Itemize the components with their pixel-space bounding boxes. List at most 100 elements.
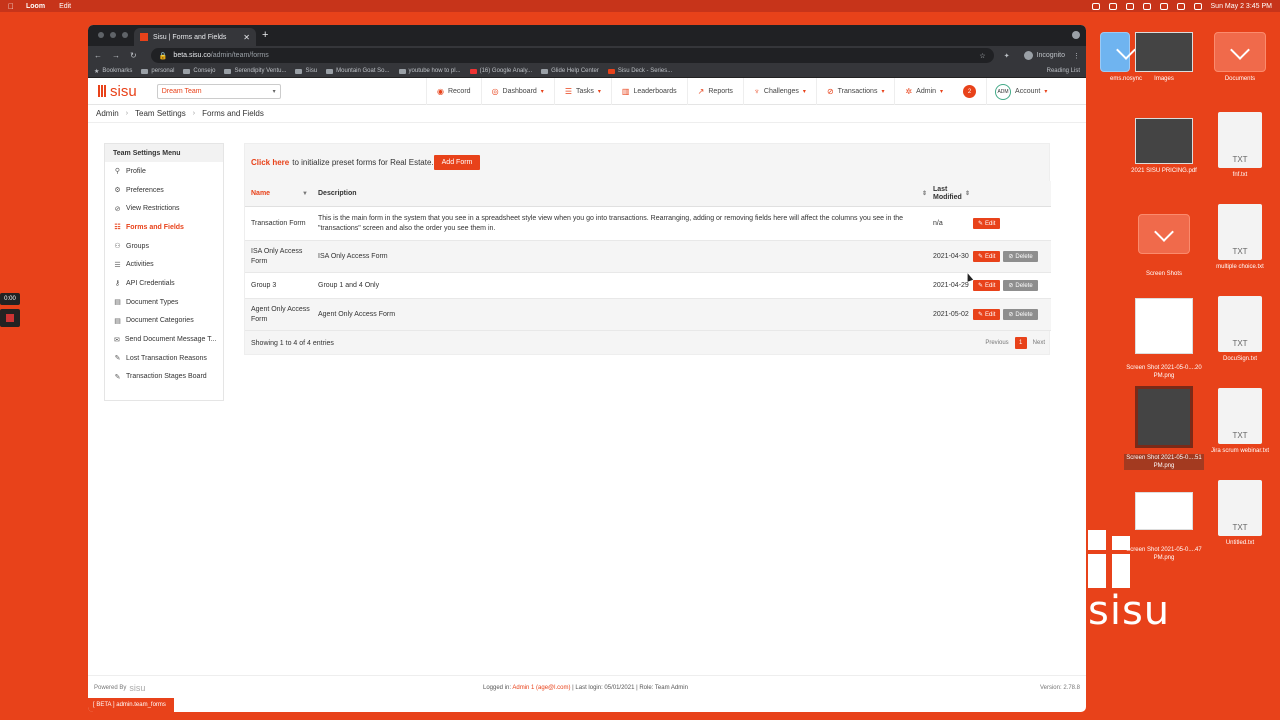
desktop-item[interactable]: Screen Shot 2021-05-0....20 PM.png xyxy=(1124,298,1204,380)
nav-label: Record xyxy=(447,88,471,95)
forward-icon[interactable]: → xyxy=(112,51,120,60)
window-menu-icon[interactable] xyxy=(1072,31,1080,39)
back-icon[interactable]: ← xyxy=(94,51,102,60)
clock[interactable]: Sun May 2 3:45 PM xyxy=(1211,3,1272,10)
menu-item-label: Activities xyxy=(126,261,154,269)
desktop-item[interactable]: TXT fnf.txt xyxy=(1200,112,1280,179)
extensions-icon[interactable]: ✦ xyxy=(1004,52,1010,60)
bookmark-item[interactable]: Consejo xyxy=(183,68,215,74)
browser-tab[interactable]: Sisu | Forms and Fields ✕ xyxy=(134,28,256,46)
bookmark-item[interactable]: Glide Help Center xyxy=(541,68,599,74)
desktop-item[interactable]: TXT Untitled.txt xyxy=(1200,480,1280,547)
caret-down-icon: ▾ xyxy=(881,89,885,95)
breadcrumb-admin[interactable]: Admin xyxy=(96,109,119,118)
nav-leaderboards[interactable]: ▥ Leaderboards xyxy=(610,78,687,105)
menu-item-profile[interactable]: ⚲ Profile xyxy=(105,162,223,181)
account-menu[interactable]: ADM Account ▾ xyxy=(986,78,1047,105)
window-controls[interactable] xyxy=(98,32,128,38)
folder-icon xyxy=(141,68,149,74)
loom-stop-button[interactable] xyxy=(0,309,20,327)
menu-item-api-credentials[interactable]: ⚷ API Credentials xyxy=(105,274,223,293)
delete-label: Delete xyxy=(1015,253,1033,260)
menu-edit[interactable]: Edit xyxy=(59,3,71,10)
logged-user[interactable]: Admin 1 (age@l.com) xyxy=(512,685,570,691)
battery-icon[interactable] xyxy=(1176,2,1185,10)
menu-item-document-categories[interactable]: ▤ Document Categories xyxy=(105,312,223,331)
edit-button[interactable]: ✎ Edit xyxy=(973,280,1001,291)
next-page-button[interactable]: Next xyxy=(1033,340,1045,346)
status-icon[interactable] xyxy=(1125,2,1134,10)
nav-tasks[interactable]: ☰ Tasks ▾ xyxy=(553,78,611,105)
desktop-item[interactable]: TXT DocuSign.txt xyxy=(1200,296,1280,363)
more-menu-icon[interactable]: ⋮ xyxy=(1073,52,1080,60)
page-1-button[interactable]: 1 xyxy=(1014,337,1027,349)
desktop-item[interactable]: TXT multiple choice.txt xyxy=(1200,204,1280,271)
desktop-item[interactable]: Documents xyxy=(1200,32,1280,83)
youtube-icon xyxy=(469,68,477,74)
prev-page-button[interactable]: Previous xyxy=(985,340,1008,346)
nav-challenges[interactable]: ♆ Challenges ▾ xyxy=(742,78,816,105)
bookmark-item[interactable]: ★ Bookmarks xyxy=(94,68,132,75)
new-tab-icon[interactable]: + xyxy=(262,29,268,41)
page-icon xyxy=(398,68,406,74)
bookmark-item[interactable]: Sisu xyxy=(295,68,317,74)
status-icon[interactable] xyxy=(1108,2,1117,10)
nav-record[interactable]: ◉ Record xyxy=(426,78,481,105)
bookmark-label: Consejo xyxy=(193,68,216,74)
status-icon[interactable] xyxy=(1142,2,1151,10)
desktop-item[interactable]: Screen Shots xyxy=(1124,214,1204,278)
col-description[interactable]: Description ⇕ xyxy=(312,189,927,199)
row-modified: n/a xyxy=(933,220,943,227)
url-input[interactable]: 🔒 beta.sisu.co /admin/team/forms ☆ xyxy=(150,48,994,63)
bookmark-item[interactable]: youtube how to pl... xyxy=(398,68,461,74)
bookmark-item[interactable]: Mountain Goat So... xyxy=(326,68,390,74)
col-last-modified[interactable]: Last Modified ⇕ xyxy=(927,186,973,202)
initialize-preset-link[interactable]: Click here xyxy=(251,158,289,167)
bookmark-item[interactable]: personal xyxy=(141,68,174,74)
sisu-logo[interactable]: sisu xyxy=(98,83,137,100)
menu-item-groups[interactable]: ⚇ Groups xyxy=(105,237,223,256)
bookmark-item[interactable]: (16) Google Analy... xyxy=(469,68,532,74)
breadcrumb-team-settings[interactable]: Team Settings xyxy=(135,109,186,118)
team-select[interactable]: Dream Team ▾ xyxy=(156,83,281,99)
pencil-icon: ✎ xyxy=(114,355,121,363)
desktop-item[interactable]: 2021 SISU PRICING.pdf xyxy=(1124,118,1204,175)
delete-button[interactable]: ⊘ Delete xyxy=(1003,251,1038,262)
delete-button[interactable]: ⊘ Delete xyxy=(1003,280,1038,291)
search-icon[interactable] xyxy=(1193,2,1202,10)
nav-reports[interactable]: ↗ Reports xyxy=(686,78,743,105)
incognito-indicator[interactable]: Incognito xyxy=(1023,51,1065,60)
menu-item-preferences[interactable]: ⚙ Preferences xyxy=(105,181,223,200)
menu-item-label: View Restrictions xyxy=(126,205,180,213)
close-tab-icon[interactable]: ✕ xyxy=(243,33,250,42)
edit-button[interactable]: ✎ Edit xyxy=(973,309,1001,320)
wifi-icon[interactable] xyxy=(1159,2,1168,10)
reload-icon[interactable]: ↻ xyxy=(130,51,137,60)
menu-item-forms-and-fields[interactable]: ☷ Forms and Fields xyxy=(105,218,223,237)
desktop-item[interactable]: Screen Shot 2021-05-0....51 PM.png xyxy=(1124,386,1204,470)
bookmark-item[interactable]: Sisu Deck - Series... xyxy=(607,68,672,74)
menu-item-view-restrictions[interactable]: ⊘ View Restrictions xyxy=(105,199,223,218)
bookmark-item[interactable]: Serendipity Ventu... xyxy=(224,68,286,74)
menu-item-transaction-stages-board[interactable]: ✎ Transaction Stages Board xyxy=(105,368,223,387)
menu-item-activities[interactable]: ☰ Activities xyxy=(105,255,223,274)
add-form-button[interactable]: Add Form xyxy=(433,154,481,170)
nav-transactions[interactable]: ⊘ Transactions ▾ xyxy=(815,78,895,105)
col-name[interactable]: Name ▼ xyxy=(245,189,312,199)
nav-dashboard[interactable]: ◎ Dashboard ▾ xyxy=(480,78,554,105)
desktop-item[interactable]: TXT Jira scrum webinar.txt xyxy=(1200,388,1280,455)
menu-app[interactable]: Loom xyxy=(26,3,45,10)
menu-item-lost-transaction-reasons[interactable]: ✎ Lost Transaction Reasons xyxy=(105,349,223,368)
status-icon[interactable] xyxy=(1091,2,1100,10)
menu-item-document-types[interactable]: ▤ Document Types xyxy=(105,293,223,312)
delete-button[interactable]: ⊘ Delete xyxy=(1003,309,1038,320)
desktop-item[interactable]: Images xyxy=(1124,32,1204,83)
bookmark-star-icon[interactable]: ☆ xyxy=(979,52,985,60)
apple-icon[interactable]:  xyxy=(8,2,14,11)
menu-item-send-document-message[interactable]: ✉ Send Document Message T... xyxy=(105,330,223,349)
edit-button[interactable]: ✎ Edit xyxy=(973,218,1001,229)
reading-list[interactable]: Reading List xyxy=(1047,68,1080,74)
nav-admin[interactable]: ✲ Admin ▾ xyxy=(894,78,953,105)
notification-badge[interactable]: 2 xyxy=(963,85,977,98)
edit-button[interactable]: ✎ Edit xyxy=(973,251,1001,262)
